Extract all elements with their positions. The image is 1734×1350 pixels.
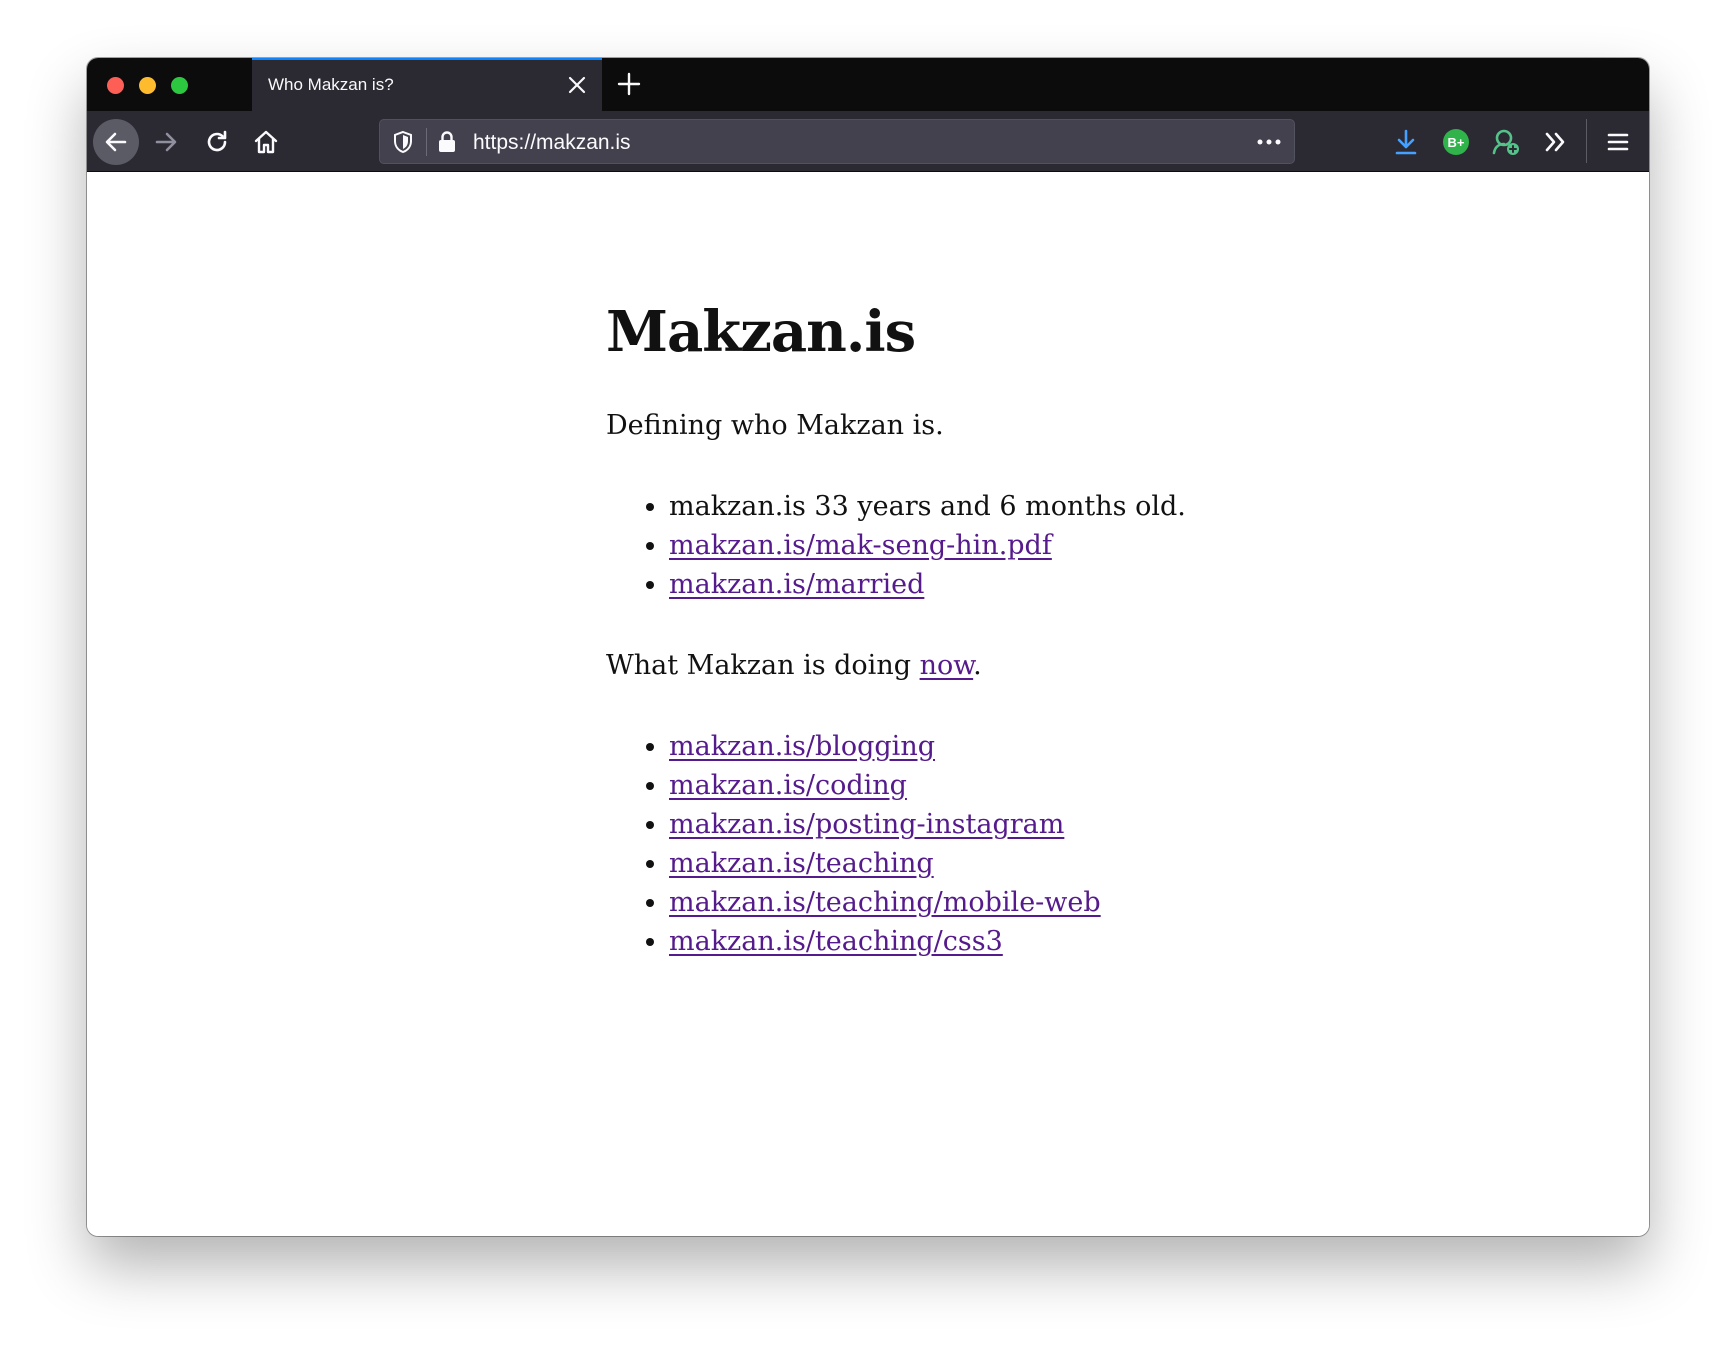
page-actions-more-icon[interactable] [1254,129,1284,155]
bplus-badge-text: B+ [1448,135,1465,150]
about-item-cv: makzan.is/mak-seng-hin.pdf [669,526,1306,565]
home-icon[interactable] [243,119,289,165]
page-article: Makzan.is Defining who Makzan is. makzan… [606,299,1306,1005]
list-item: makzan.is/coding [669,766,1306,805]
blogging-link[interactable]: makzan.is/blogging [669,731,935,762]
list-item: makzan.is/teaching/mobile-web [669,883,1306,922]
doing-suffix: . [973,649,982,681]
tab-title: Who Makzan is? [268,75,394,94]
about-item-married: makzan.is/married [669,565,1306,604]
address-bar-divider [426,128,427,156]
about-item-age-text: makzan.is 33 years and 6 months old. [669,490,1186,522]
activity-list: makzan.is/blogging makzan.is/coding makz… [669,727,1306,961]
forward-arrow-icon[interactable] [143,119,189,165]
doing-prefix: What Makzan is doing [606,649,920,681]
now-link[interactable]: now [920,650,974,681]
tab-active[interactable]: Who Makzan is? [252,58,602,111]
browser-window: Who Makzan is? https://makzan.is B+ Makz… [87,58,1649,1236]
bplus-extension-icon[interactable]: B+ [1437,123,1475,161]
teaching-mobile-web-link[interactable]: makzan.is/teaching/mobile-web [669,887,1101,918]
posting-instagram-link[interactable]: makzan.is/posting-instagram [669,809,1064,840]
close-window-button[interactable] [107,77,124,94]
about-item-age: makzan.is 33 years and 6 months old. [669,487,1306,526]
married-link[interactable]: makzan.is/married [669,569,924,600]
page-title: Makzan.is [606,299,916,365]
hamburger-menu-icon[interactable] [1599,123,1637,161]
download-arrow-icon[interactable] [1387,123,1425,161]
coding-link[interactable]: makzan.is/coding [669,770,907,801]
list-item: makzan.is/blogging [669,727,1306,766]
extension-add-icon[interactable] [1487,123,1525,161]
tab-strip: Who Makzan is? [87,58,1649,111]
about-list: makzan.is 33 years and 6 months old. mak… [669,487,1306,604]
new-tab-plus-icon[interactable] [615,70,643,98]
back-arrow-icon[interactable] [93,119,139,165]
url-text[interactable]: https://makzan.is [473,131,631,155]
zoom-window-button[interactable] [171,77,188,94]
cv-pdf-link[interactable]: makzan.is/mak-seng-hin.pdf [669,530,1052,561]
list-item: makzan.is/posting-instagram [669,805,1306,844]
address-bar[interactable]: https://makzan.is [379,119,1295,164]
page-viewport: Makzan.is Defining who Makzan is. makzan… [87,172,1649,1236]
navigation-toolbar: https://makzan.is B+ [87,111,1649,172]
overflow-chevrons-icon[interactable] [1537,123,1575,161]
close-tab-icon[interactable] [566,74,588,96]
teaching-css3-link[interactable]: makzan.is/teaching/css3 [669,926,1003,957]
intro-text: Defining who Makzan is. [606,409,944,441]
teaching-link[interactable]: makzan.is/teaching [669,848,934,879]
toolbar-divider [1586,119,1587,163]
list-item: makzan.is/teaching [669,844,1306,883]
reload-icon[interactable] [194,119,240,165]
tracking-shield-icon[interactable] [392,130,414,154]
lock-icon[interactable] [436,130,458,154]
minimize-window-button[interactable] [139,77,156,94]
list-item: makzan.is/teaching/css3 [669,922,1306,961]
doing-text: What Makzan is doing now. [606,648,1306,683]
